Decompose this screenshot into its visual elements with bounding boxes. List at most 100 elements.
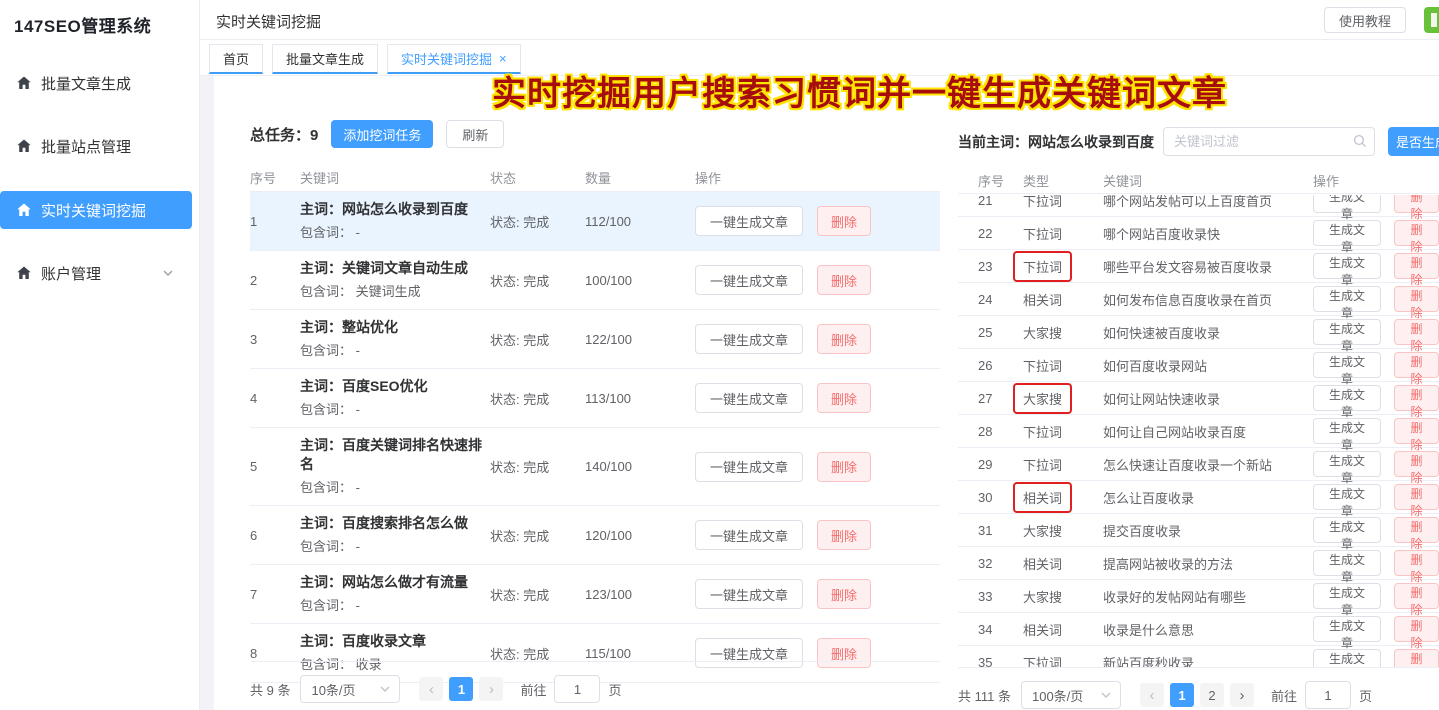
delete-button[interactable]: 删除 — [817, 206, 871, 236]
search-icon — [1353, 134, 1367, 148]
page-button-2[interactable]: 2 — [1200, 683, 1224, 707]
generate-article-button[interactable]: 一键生成文章 — [695, 520, 803, 550]
main-keyword: 主词：网站怎么做才有流量 — [300, 565, 484, 592]
generate-article-button[interactable]: 生成文章 — [1313, 550, 1381, 576]
delete-button[interactable]: 删除 — [817, 579, 871, 609]
delete-button[interactable]: 删除 — [1394, 418, 1439, 444]
row-actions: 生成文章 删除 — [1313, 616, 1439, 642]
include-keyword: 包含词： 关键词生成 — [300, 278, 484, 309]
sidebar-item-account[interactable]: 账户管理 — [0, 254, 192, 292]
row-actions: 生成文章 删除 — [1313, 385, 1439, 411]
generate-article-button[interactable]: 生成文章 — [1313, 319, 1381, 345]
row-status: 状态: 完成 — [490, 330, 585, 349]
generate-all-button[interactable]: 是否生成 — [1388, 127, 1439, 156]
generate-article-button[interactable]: 生成文章 — [1313, 517, 1381, 543]
sidebar-item-realtime-keyword[interactable]: 实时关键词挖掘 — [0, 191, 192, 229]
sidebar-item-batch-site[interactable]: 批量站点管理 — [0, 127, 192, 165]
close-icon[interactable]: × — [499, 52, 507, 65]
keyword-text: 怎么快速让百度收录一个新站 — [1103, 455, 1313, 474]
include-keyword: 包含词： - — [300, 474, 484, 505]
generate-article-button[interactable]: 生成文章 — [1313, 195, 1381, 213]
next-page-button[interactable]: › — [479, 677, 503, 701]
add-task-button[interactable]: 添加挖词任务 — [331, 120, 433, 148]
tab-realtime-keyword[interactable]: 实时关键词挖掘 × — [387, 44, 521, 74]
generate-article-button[interactable]: 生成文章 — [1313, 253, 1381, 279]
delete-button[interactable]: 删除 — [1394, 220, 1439, 246]
generate-article-button[interactable]: 生成文章 — [1313, 286, 1381, 312]
delete-button[interactable]: 删除 — [1394, 319, 1439, 345]
generate-article-button[interactable]: 生成文章 — [1313, 220, 1381, 246]
delete-button[interactable]: 删除 — [817, 383, 871, 413]
row-type-cell: 大家搜 — [1023, 587, 1103, 606]
delete-button[interactable]: 删除 — [1394, 649, 1439, 667]
task-table: 序号 关键词 状态 数量 操作 1 主词：网站怎么收录到百度 包含词： - 状态… — [250, 163, 940, 683]
generate-article-button[interactable]: 一键生成文章 — [695, 383, 803, 413]
delete-button[interactable]: 删除 — [1394, 616, 1439, 642]
delete-button[interactable]: 删除 — [1394, 451, 1439, 477]
delete-button[interactable]: 删除 — [1394, 517, 1439, 543]
delete-button[interactable]: 删除 — [817, 452, 871, 482]
sidebar-item-batch-article[interactable]: 批量文章生成 — [0, 64, 192, 102]
delete-button[interactable]: 删除 — [1394, 352, 1439, 378]
generate-article-button[interactable]: 生成文章 — [1313, 583, 1381, 609]
generate-article-button[interactable]: 一键生成文章 — [695, 265, 803, 295]
goto-page-input[interactable] — [554, 675, 600, 703]
row-actions: 生成文章 删除 — [1313, 352, 1439, 378]
col-status: 状态 — [490, 168, 585, 187]
generate-article-button[interactable]: 一键生成文章 — [695, 324, 803, 354]
generate-article-button[interactable]: 生成文章 — [1313, 352, 1381, 378]
page-size-select[interactable]: 10条/页 — [300, 675, 400, 703]
keyword-text: 怎么让百度收录 — [1103, 488, 1313, 507]
topbar-green-button[interactable] — [1424, 7, 1439, 33]
row-type-cell: 相关词 — [1023, 290, 1103, 309]
generate-article-button[interactable]: 生成文章 — [1313, 418, 1381, 444]
next-page-button[interactable]: › — [1230, 683, 1254, 707]
delete-button[interactable]: 删除 — [1394, 286, 1439, 312]
generate-article-button[interactable]: 生成文章 — [1313, 451, 1381, 477]
tab-home[interactable]: 首页 — [209, 44, 263, 74]
goto-page: 前往 页 — [520, 675, 621, 703]
total-count: 共 9 条 — [250, 680, 290, 699]
delete-button[interactable]: 删除 — [817, 324, 871, 354]
prev-page-button[interactable]: ‹ — [419, 677, 443, 701]
page-button-1[interactable]: 1 — [449, 677, 473, 701]
row-count: 100/100 — [585, 273, 695, 288]
delete-button[interactable]: 删除 — [817, 520, 871, 550]
generate-article-button[interactable]: 一键生成文章 — [695, 206, 803, 236]
row-index: 29 — [978, 457, 1023, 472]
generate-article-button[interactable]: 一键生成文章 — [695, 579, 803, 609]
keyword-row: 30 相关词 怎么让百度收录 生成文章 删除 — [958, 481, 1439, 514]
delete-button[interactable]: 删除 — [1394, 583, 1439, 609]
main-keyword: 主词：网站怎么收录到百度 — [300, 192, 484, 219]
goto-page-input[interactable] — [1305, 681, 1351, 709]
generate-article-button[interactable]: 生成文章 — [1313, 484, 1381, 510]
sidebar-item-label: 批量文章生成 — [41, 73, 131, 94]
include-keyword: 包含词： - — [300, 533, 484, 564]
tab-batch-article[interactable]: 批量文章生成 — [272, 44, 378, 74]
delete-button[interactable]: 删除 — [1394, 253, 1439, 279]
page-button-1[interactable]: 1 — [1170, 683, 1194, 707]
tutorial-button[interactable]: 使用教程 — [1324, 7, 1406, 33]
generate-article-button[interactable]: 生成文章 — [1313, 616, 1381, 642]
keyword-row: 34 相关词 收录是什么意思 生成文章 删除 — [958, 613, 1439, 646]
generate-article-button[interactable]: 一键生成文章 — [695, 452, 803, 482]
generate-article-button[interactable]: 生成文章 — [1313, 385, 1381, 411]
delete-button[interactable]: 删除 — [1394, 195, 1439, 213]
delete-button[interactable]: 删除 — [1394, 550, 1439, 576]
delete-button[interactable]: 删除 — [817, 265, 871, 295]
row-type-cell: 下拉词 — [1023, 653, 1103, 668]
generate-article-button[interactable]: 生成文章 — [1313, 649, 1381, 667]
keyword-row: 24 相关词 如何发布信息百度收录在首页 生成文章 删除 — [958, 283, 1439, 316]
keyword-filter-input[interactable] — [1163, 127, 1375, 156]
delete-button[interactable]: 删除 — [1394, 484, 1439, 510]
main-keyword: 主词：百度搜索排名怎么做 — [300, 506, 484, 533]
keyword-text: 如何百度收录网站 — [1103, 356, 1313, 375]
refresh-button[interactable]: 刷新 — [446, 120, 504, 148]
delete-button[interactable]: 删除 — [1394, 385, 1439, 411]
main-keyword: 主词：关键词文章自动生成 — [300, 251, 484, 278]
row-type-cell: 大家搜 — [1023, 323, 1103, 342]
page-size-select[interactable]: 100条/页 — [1021, 681, 1121, 709]
row-type-cell: 大家搜 — [1023, 383, 1103, 414]
prev-page-button[interactable]: ‹ — [1140, 683, 1164, 707]
row-index: 22 — [978, 226, 1023, 241]
